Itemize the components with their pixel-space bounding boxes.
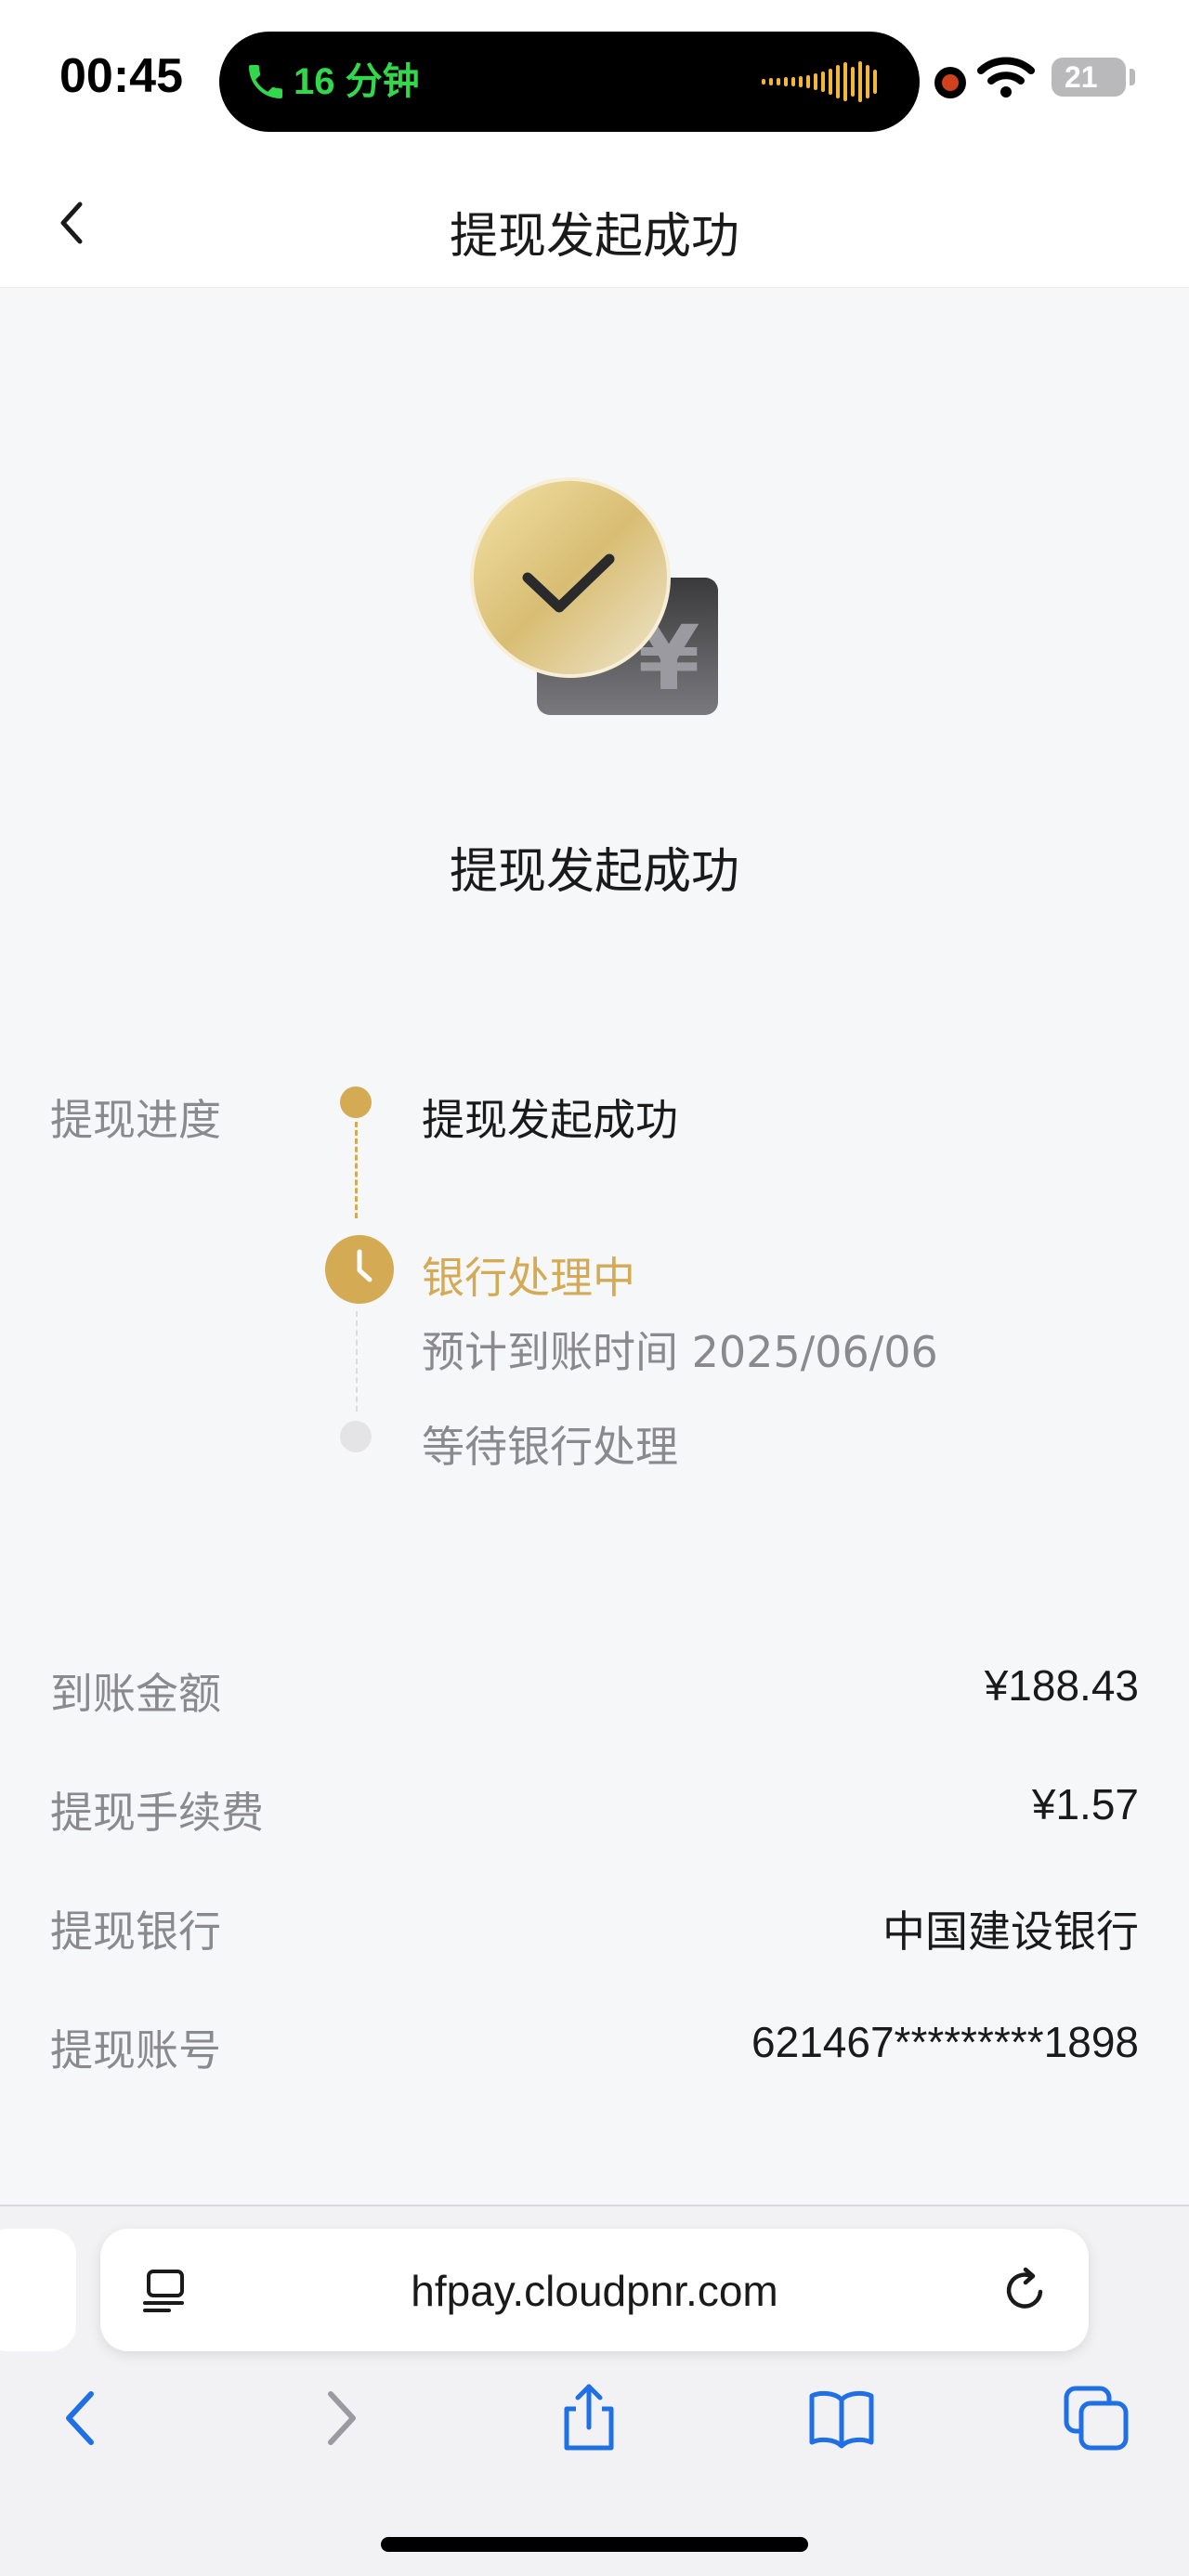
step-initiated: 提现发起成功 [422, 1095, 678, 1145]
audio-waveform-icon [762, 61, 877, 102]
share-icon[interactable] [552, 2381, 626, 2455]
reload-icon[interactable] [1000, 2264, 1052, 2316]
timeline-connector [356, 1311, 358, 1412]
bank-value: 中国建设银行 [882, 1907, 1139, 1956]
step-expected-arrival: 预计到账时间 2025/06/06 [422, 1327, 938, 1377]
timeline-dot-done-icon [340, 1086, 372, 1118]
page-title: 提现发起成功 [449, 209, 739, 265]
battery-icon: 21 [1052, 58, 1126, 97]
address-bar[interactable]: hfpay.cloudpnr.com [100, 2229, 1089, 2351]
account-value: 621467*********1898 [751, 2018, 1139, 2066]
progress-label: 提现进度 [50, 1095, 221, 1145]
dynamic-island-call[interactable]: 16 分钟 [219, 32, 920, 132]
home-indicator [381, 2537, 808, 2552]
fee-value: ¥1.57 [1031, 1780, 1139, 1828]
bookmarks-icon[interactable] [804, 2381, 879, 2455]
recording-indicator-icon [934, 67, 966, 98]
step-awaiting-bank: 等待银行处理 [422, 1422, 678, 1472]
browser-toolbar: hfpay.cloudpnr.com [0, 2205, 1189, 2576]
url-text[interactable]: hfpay.cloudpnr.com [100, 2266, 1089, 2316]
clock-icon [325, 1235, 394, 1304]
phone-icon [249, 65, 282, 98]
timeline-dot-pending-icon [340, 1421, 372, 1452]
navigation-bar: 提现发起成功 [0, 160, 1189, 288]
account-label: 提现账号 [50, 2025, 221, 2075]
bank-label: 提现银行 [50, 1906, 221, 1957]
arrival-amount-value: ¥188.43 [984, 1661, 1139, 1710]
wifi-icon [977, 57, 1035, 98]
fee-label: 提现手续费 [50, 1788, 264, 1838]
timeline-connector [355, 1122, 358, 1218]
status-time: 00:45 [59, 49, 183, 103]
battery-cap [1130, 69, 1135, 85]
step-bank-processing: 银行处理中 [422, 1253, 635, 1303]
forward-arrow-icon[interactable] [303, 2381, 377, 2455]
status-bar: 00:45 16 分钟 21 [0, 0, 1189, 160]
check-card-yuan-icon: ¥ [470, 477, 718, 715]
previous-tab-card[interactable] [0, 2229, 76, 2351]
tabs-icon[interactable] [1059, 2381, 1133, 2455]
call-duration: 16 分钟 [294, 61, 420, 102]
result-title: 提现发起成功 [449, 844, 739, 900]
back-arrow-icon[interactable] [45, 2381, 119, 2455]
arrival-amount-label: 到账金额 [50, 1669, 221, 1719]
